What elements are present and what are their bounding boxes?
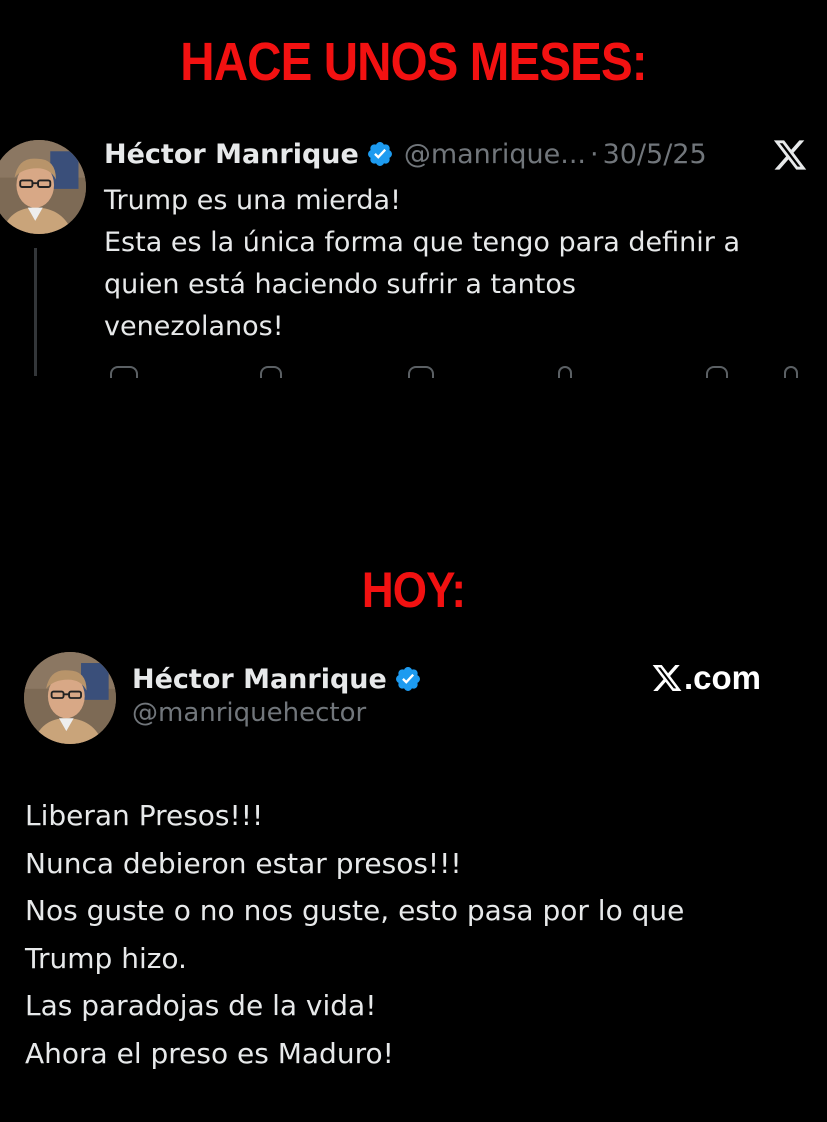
tweet-text: Trump es una mierda! Esta es la única fo… — [104, 180, 804, 348]
x-com-brand: .com — [651, 658, 761, 698]
brand-domain-text: .com — [684, 659, 762, 696]
tweet-line: quien está haciendo sufrir a tantos — [104, 269, 576, 300]
tweet-line: Las paradojas de la vida! — [25, 989, 377, 1022]
tweet-actions-cropped — [100, 366, 827, 378]
tweet-line: venezolanos! — [104, 311, 284, 342]
like-icon[interactable] — [408, 366, 434, 378]
author-handle[interactable]: @manrique... — [404, 139, 586, 170]
tweet-header: Héctor Manrique @manrique... · 30/5/25 — [104, 134, 707, 174]
repost-icon[interactable] — [260, 366, 282, 378]
thread-line — [34, 248, 37, 376]
verified-badge-icon — [395, 667, 420, 691]
tweet-line: Ahora el preso es Maduro! — [25, 1036, 394, 1070]
banner-past: HACE UNOS MESES: — [180, 32, 647, 92]
tweet-line: Trump es una mierda! — [104, 185, 401, 216]
author-handle[interactable]: @manriquehector — [132, 698, 366, 728]
tweet-date[interactable]: 30/5/25 — [603, 139, 707, 170]
banner-present: HOY: — [361, 562, 466, 618]
bookmark-icon[interactable] — [706, 366, 728, 378]
avatar-photo — [0, 140, 86, 234]
tweet-line: Trump hizo. — [25, 941, 187, 975]
verified-badge-icon — [367, 142, 392, 166]
views-icon[interactable] — [558, 366, 572, 378]
x-logo-icon — [652, 665, 682, 691]
reply-icon[interactable] — [110, 366, 138, 378]
share-icon[interactable] — [784, 366, 798, 378]
tweet-line: Liberan Presos!!! — [25, 799, 264, 832]
tweet-text: Liberan Presos!!! Nunca debieron estar p… — [25, 792, 815, 1077]
author-name[interactable]: Héctor Manrique — [132, 664, 387, 695]
tweet-line: Nunca debieron estar presos!!! — [25, 846, 462, 880]
avatar-photo — [24, 652, 116, 744]
tweet-header: Héctor Manrique — [132, 660, 422, 698]
avatar[interactable] — [0, 140, 86, 234]
separator-dot: · — [590, 138, 599, 170]
author-name[interactable]: Héctor Manrique — [104, 139, 359, 170]
tweet-line: Nos guste o no nos guste, esto pasa por … — [25, 894, 685, 927]
x-logo-icon — [773, 140, 807, 170]
avatar[interactable] — [24, 652, 116, 744]
tweet-line: Esta es la única forma que tengo para de… — [104, 227, 741, 258]
